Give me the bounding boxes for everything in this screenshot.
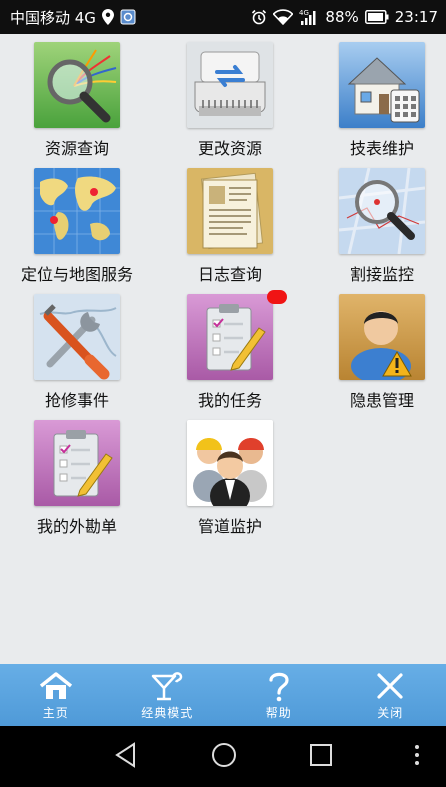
tile-meter-maintenance[interactable]: 技表维护 [307,42,446,168]
app-grid: 资源查询 更改资源 技表维护 定位与地图服务 日志查询 割接监控 抢修事件 我的… [0,34,446,664]
tile-map-location[interactable]: 定位与地图服务 [2,168,152,294]
repair-tools-icon [34,294,120,380]
status-bar: 中国移动 4G 4G 88% 23:17 [0,0,446,34]
tile-cutover-monitor[interactable]: 割接监控 [307,168,446,294]
tile-label: 资源查询 [44,139,109,158]
close-icon [375,670,405,702]
tile-label: 定位与地图服务 [20,265,133,284]
notification-badge [267,290,287,304]
meter-maintenance-icon [339,42,425,128]
alarm-icon [251,9,267,25]
clock-time: 23:17 [394,8,438,26]
workers-group-icon [187,420,273,506]
wifi-icon [273,9,294,25]
home-circle-icon[interactable] [211,742,237,768]
recents-icon[interactable] [309,743,333,767]
nav-label: 帮助 [265,705,292,720]
resource-search-icon [34,42,120,128]
tile-pipeline-guard[interactable]: 管道监护 [155,420,305,546]
back-icon[interactable] [114,742,138,768]
tile-label: 技表维护 [349,139,414,158]
tile-my-tasks[interactable]: 我的任务 [155,290,305,420]
tile-change-resource[interactable]: 更改资源 [155,42,305,168]
tile-log-query[interactable]: 日志查询 [155,168,305,294]
hazard-user-icon [339,294,425,380]
nav-close[interactable]: 关闭 [345,664,435,726]
task-clipboard-icon [187,294,273,380]
nav-home[interactable]: 主页 [11,664,101,726]
more-options-icon[interactable] [414,744,420,766]
tile-hazard-management[interactable]: 隐患管理 [307,294,446,420]
location-pin-icon [101,9,114,25]
nav-label: 主页 [42,705,69,720]
battery-icon [364,10,389,24]
tile-resource-query[interactable]: 资源查询 [2,42,152,168]
nav-label: 经典模式 [141,705,194,720]
question-icon [264,670,294,702]
signal-4g-icon: 4G [299,8,319,26]
tile-label: 管道监护 [197,517,262,536]
nav-label: 关闭 [377,705,404,720]
log-document-icon [187,168,273,254]
map-magnifier-icon [339,168,425,254]
app-notification-icon [120,9,136,25]
tile-repair-event[interactable]: 抢修事件 [2,294,152,420]
map-location-icon [34,168,120,254]
tile-label: 更改资源 [197,139,262,158]
survey-clipboard-icon [34,420,120,506]
home-icon [38,670,74,702]
svg-text:4G: 4G [299,9,309,17]
tile-label: 隐患管理 [349,391,414,410]
tile-label: 割接监控 [349,265,414,284]
tile-label: 日志查询 [197,265,262,284]
tile-label: 我的任务 [197,391,262,410]
tile-my-survey[interactable]: 我的外勘单 [2,420,152,546]
system-nav-bar [0,726,446,787]
tile-label: 我的外勘单 [36,517,117,536]
change-resource-icon [187,42,273,128]
battery-percent: 88% [325,8,359,26]
nav-classic-mode[interactable]: 经典模式 [122,664,212,726]
cocktail-icon [149,670,185,702]
tile-label: 抢修事件 [44,391,109,410]
nav-help[interactable]: 帮助 [234,664,324,726]
bottom-nav: 主页 经典模式 帮助 关闭 [0,664,446,726]
carrier-label: 中国移动 4G [10,8,96,27]
